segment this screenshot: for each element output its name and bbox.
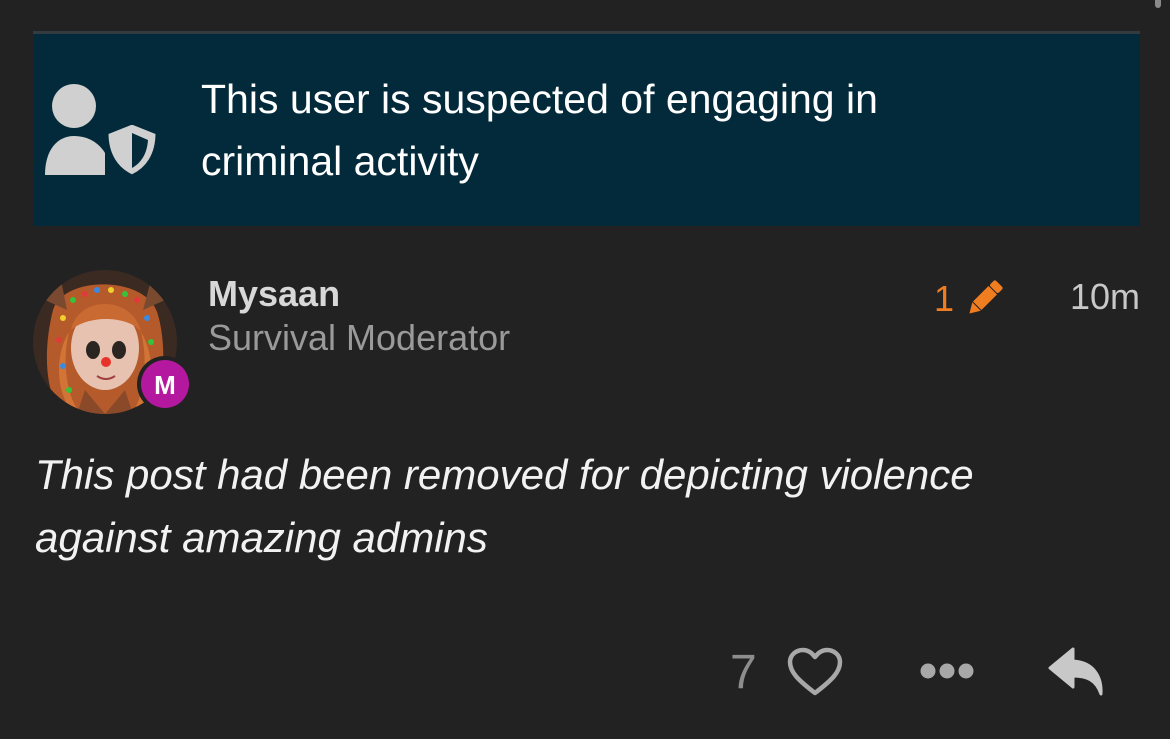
post-page: This user is suspected of engaging in cr… xyxy=(0,0,1170,739)
user-title: Survival Moderator xyxy=(208,317,511,358)
user-shield-icon xyxy=(45,84,159,177)
post-body-line-2: against amazing admins xyxy=(35,514,488,561)
like-count[interactable]: 7 xyxy=(730,648,757,698)
more-options-icon[interactable] xyxy=(918,654,976,688)
edit-count[interactable]: 1 xyxy=(934,277,954,321)
user-avatar[interactable]: M xyxy=(33,270,193,415)
post-body: This post had been removed for depicting… xyxy=(35,443,1135,569)
heart-icon[interactable] xyxy=(786,646,844,698)
reply-icon[interactable] xyxy=(1047,646,1107,698)
post-timestamp[interactable]: 10m xyxy=(1060,275,1140,319)
username[interactable]: Mysaan xyxy=(208,272,340,316)
pencil-icon[interactable] xyxy=(963,276,1007,320)
moderator-badge-letter: M xyxy=(154,370,176,400)
scrollbar-thumb[interactable] xyxy=(1155,0,1161,8)
notice-text: This user is suspected of engaging in cr… xyxy=(201,68,1101,192)
notice-line-2: criminal activity xyxy=(201,138,479,184)
notice-line-1: This user is suspected of engaging in xyxy=(201,76,878,122)
post-body-line-1: This post had been removed for depicting… xyxy=(35,451,974,498)
